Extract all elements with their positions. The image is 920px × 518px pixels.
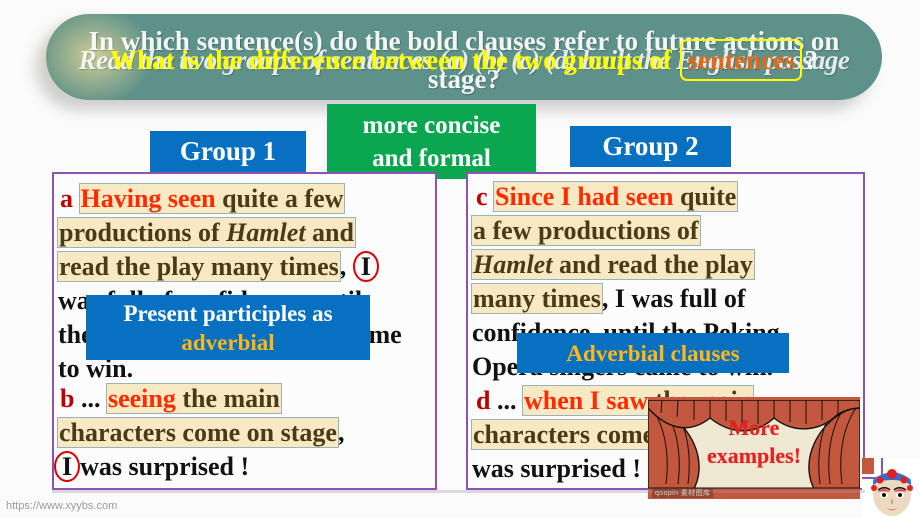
opera-face-icon <box>862 458 920 518</box>
sentence-d-ellipsis: ... <box>496 386 517 415</box>
sentence-a-circled-subject: I <box>352 251 379 282</box>
sentence-b-line-1: b ... seeing the main <box>60 382 282 416</box>
callout-1-line-2: adverbial <box>181 329 275 355</box>
label-more-concise-and-formal: more concise and formal <box>327 104 536 179</box>
sentence-c-keyword: Since I had seen <box>495 182 674 211</box>
sentence-c-marker: c <box>476 182 488 211</box>
source-url-watermark: https://www.xyybs.com <box>6 500 118 512</box>
peking-opera-face-avatar[interactable] <box>862 458 920 518</box>
sentence-d-line3: was surprised ! <box>472 454 642 483</box>
more-examples-label: More examples! <box>648 414 860 470</box>
label-group-1-text: Group 1 <box>179 136 277 166</box>
concise-line-2: and formal <box>372 144 491 172</box>
sentence-b-line-3: Iwas surprised ! <box>54 450 249 484</box>
sentence-a-line-3: read the play many times, I <box>57 250 379 284</box>
sentence-c-line3-rest: and read the play <box>552 250 753 279</box>
more-examples-line-1: More <box>728 415 780 440</box>
sentence-c-line4: many times <box>471 283 603 314</box>
header-question-mark: ? <box>804 45 818 75</box>
callout-present-participles: Present participles as adverbial <box>86 295 370 360</box>
sentence-b-circled-subject: I <box>54 451 81 482</box>
label-group-2-text: Group 2 <box>602 131 699 161</box>
sentence-d-marker: d <box>476 386 491 415</box>
sentence-a-line1-rest: quite a few <box>215 184 344 213</box>
more-examples-button[interactable]: More examples! qoopin 素材图库 <box>648 397 860 499</box>
sentence-b-ellipsis: ... <box>80 384 101 413</box>
header-keyword-sentences: sentences <box>680 39 803 81</box>
sentence-a-line-1: a Having seen quite a few <box>60 182 346 216</box>
sentence-b-line1-rest: the main <box>175 384 280 413</box>
sentence-c-line-2: a few productions of <box>471 214 701 248</box>
sentence-b-line2: characters come on stage <box>57 417 339 448</box>
header-question-layer: What is the difference between the two g… <box>46 14 882 106</box>
sentence-b-marker: b <box>60 384 75 413</box>
header-question-main: What is the difference between the two g… <box>110 45 672 75</box>
sentence-d-line-3: was surprised ! <box>472 452 641 486</box>
callout-1-line-1: Present participles as <box>123 300 333 326</box>
sentence-a-line3-comma: , <box>339 252 347 281</box>
label-group-2: Group 2 <box>570 126 731 167</box>
sentence-a-line2: productions of <box>59 218 227 247</box>
sentence-a-line2-tail: and <box>305 218 354 247</box>
slide-root: In which sentence(s) do the bold clauses… <box>0 0 920 518</box>
panel-shadow-strip <box>52 490 865 493</box>
sentence-a-line3: read the play many times <box>57 251 341 282</box>
sentence-c-line1-rest: quite <box>673 182 737 211</box>
sentence-c-line-3: Hamlet and read the play <box>471 248 755 282</box>
sentence-b-line2-comma: , <box>337 418 345 447</box>
sentence-b-keyword: seeing <box>107 384 176 413</box>
sentence-c-line-4: many times, I was full of <box>471 282 746 316</box>
more-examples-line-2: examples! <box>706 443 802 468</box>
sentence-b-line3: was surprised ! <box>80 452 250 481</box>
sentence-b-line-2: characters come on stage, <box>57 416 345 450</box>
curtain-watermark: qoopin 素材图库 <box>652 488 714 498</box>
sentence-c-line-1: c Since I had seen quite <box>476 180 739 214</box>
sentence-a-hamlet: Hamlet <box>226 218 306 247</box>
sentence-c-line2: a few productions of <box>471 215 701 246</box>
sentence-a-keyword: Having seen <box>80 184 216 213</box>
label-group-1: Group 1 <box>150 131 306 172</box>
sentence-a-marker: a <box>60 184 73 213</box>
sentence-c-hamlet: Hamlet <box>473 250 553 279</box>
concise-line-1: more concise <box>362 111 501 139</box>
callout-2-line-2: Adverbial clauses <box>566 340 740 366</box>
sentence-d-keyword: when I saw <box>523 386 649 415</box>
sentence-a-line-2: productions of Hamlet and <box>57 216 356 250</box>
sentence-c-line4-comma: , I was full of <box>601 284 746 313</box>
callout-adverbial-clauses: Adverbial clauses <box>517 333 789 373</box>
